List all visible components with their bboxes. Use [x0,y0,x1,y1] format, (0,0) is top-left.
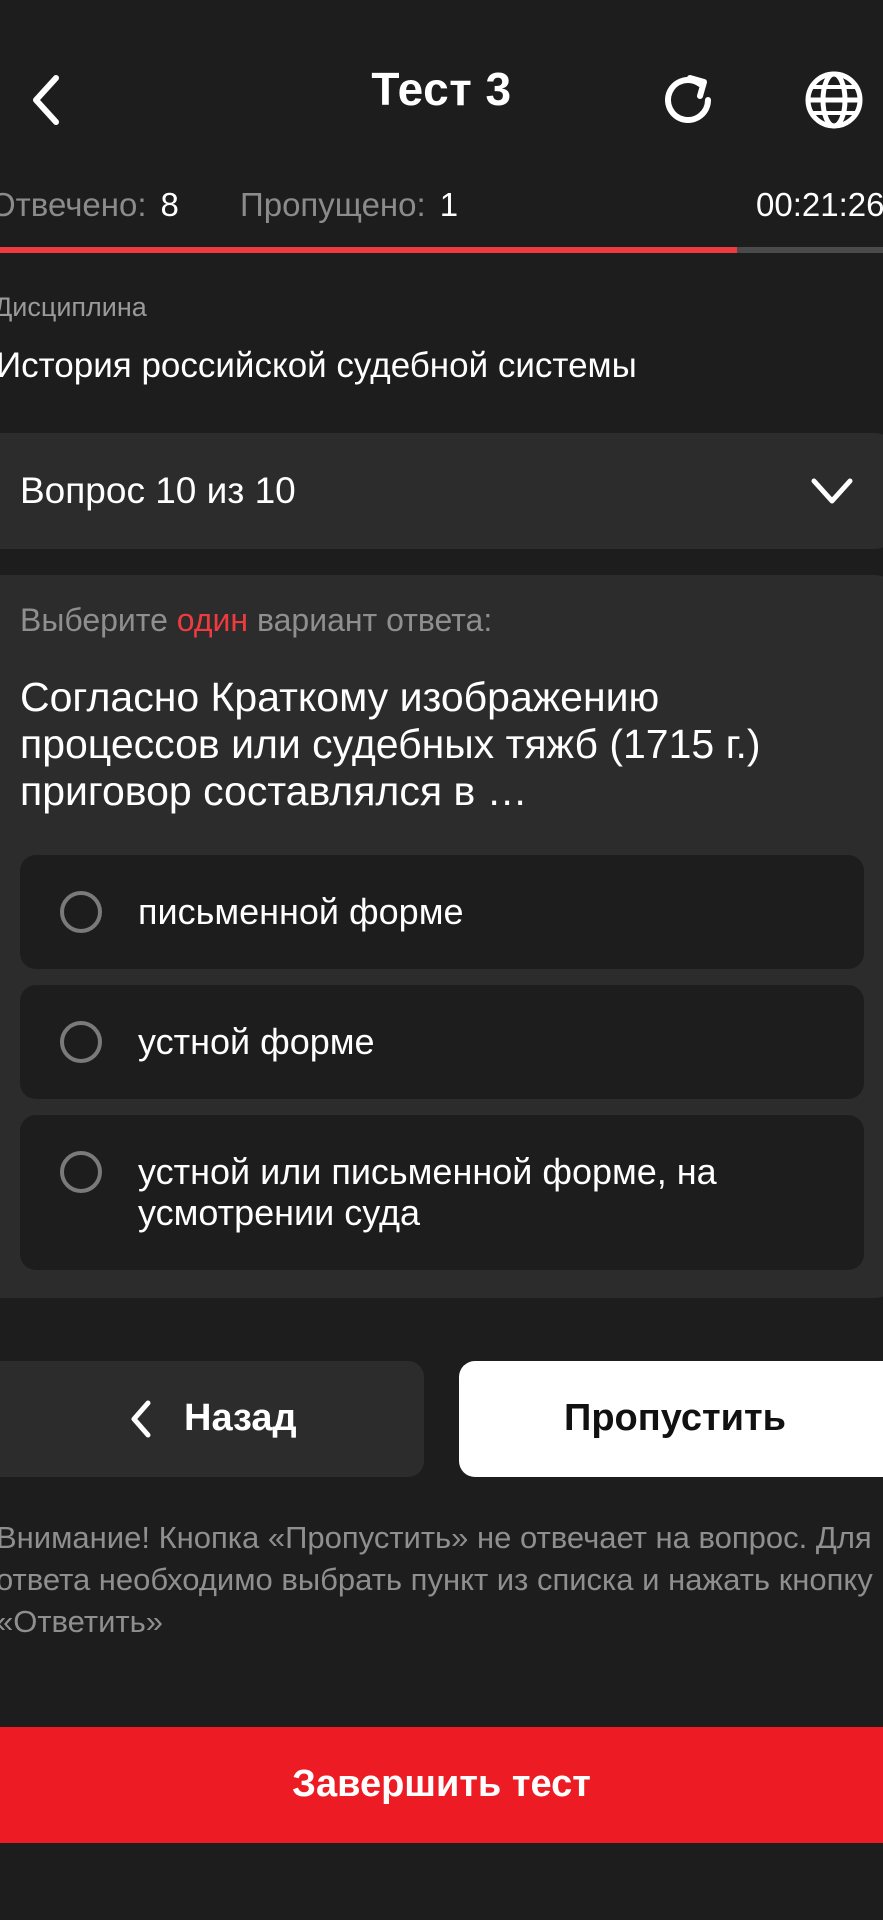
skipped-value: 1 [439,186,459,223]
question-text: Согласно Краткому изображению процессов … [20,674,761,814]
answer-option-label: устной форме [138,1021,375,1062]
finish-test-label: Завершить тест [292,1763,591,1805]
timer: 00:21:26 [756,186,883,223]
radio-button[interactable] [60,891,102,933]
hint-prefix: Выберите [20,602,168,638]
answered-label: Отвечено: [0,186,147,223]
skip-button[interactable]: Пропустить [459,1361,883,1477]
skipped-stat: Пропущено: 1 [240,186,458,224]
hint-accent: один [176,602,249,638]
globe-icon [805,71,863,129]
chevron-down-icon [811,478,853,504]
question-selector-label: Вопрос 10 из 10 [20,470,296,511]
progress-bar-fill [0,247,738,253]
refresh-icon [665,75,711,123]
answer-option[interactable]: устной форме [20,985,864,1099]
answer-option[interactable]: устной или письменной форме, на усмотрен… [20,1115,864,1270]
answer-option-label: письменной форме [138,891,464,932]
answer-option[interactable]: письменной форме [20,855,864,969]
finish-test-button[interactable]: Завершить тест [0,1727,883,1843]
answer-option-label: устной или письменной форме, на усмотрен… [138,1151,717,1233]
back-nav-label: Назад [184,1397,297,1439]
answer-hint: Выберите один вариант ответа: [20,602,492,639]
page-title: Тест 3 [371,63,512,115]
language-button[interactable] [800,66,868,134]
skipped-label: Пропущено: [240,186,426,223]
answered-value: 8 [160,186,179,223]
answered-stat: Отвечено: 8 [0,186,179,224]
question-selector[interactable]: Вопрос 10 из 10 [0,433,883,549]
discipline-value: История российской судебной системы [0,346,637,385]
back-nav-button[interactable]: Назад [0,1361,424,1477]
radio-button[interactable] [60,1021,102,1063]
restart-button[interactable] [654,66,722,134]
skip-button-label: Пропустить [564,1397,786,1439]
skip-notice: Внимание! Кнопка «Пропустить» не отвечае… [0,1520,873,1639]
discipline-label: Дисциплина [0,292,147,322]
chevron-left-icon [131,1400,151,1438]
radio-button[interactable] [60,1151,102,1193]
hint-suffix: вариант ответа: [256,602,493,638]
